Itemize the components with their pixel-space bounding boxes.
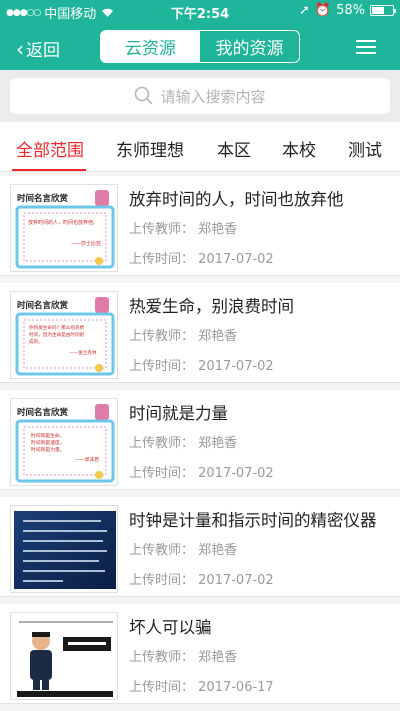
svg-text:时间就是速度，: 时间就是速度， (31, 439, 65, 446)
tab-dongshi-lixiang[interactable]: 东师理想 (116, 136, 184, 161)
svg-text:——富兰克林: ——富兰克林 (69, 349, 97, 356)
resource-thumbnail: 时间名言欣赏 你热爱生命吗？那么别浪费 时间，因为生命是由时间组 成的。 ——富… (10, 291, 118, 379)
location-icon: ➚ (299, 3, 310, 18)
tab-district[interactable]: 本区 (217, 136, 251, 161)
quote-card-image: 时间名言欣赏 你热爱生命吗？那么别浪费 时间，因为生命是由时间组 成的。 ——富… (11, 292, 117, 378)
tab-test[interactable]: 测试 (348, 136, 382, 161)
alarm-icon: ⏰ (314, 3, 332, 18)
quote-card-image: 时间名言欣赏 时间就是生命， 时间就是速度， 时间就是力量。 ——郭沫若 (11, 399, 117, 485)
list-item[interactable]: 坏人可以骗 上传教师： 郑艳香 上传时间： 2017-06-17 (0, 604, 400, 704)
list-item[interactable]: 时间名言欣赏 时间就是生命， 时间就是速度， 时间就是力量。 ——郭沫若 时间就… (0, 390, 400, 490)
resource-thumbnail: 时间名言欣赏 时间就是生命， 时间就是速度， 时间就是力量。 ——郭沫若 (10, 398, 118, 486)
svg-text:成的。: 成的。 (29, 338, 43, 345)
svg-text:——莎士比亚: ——莎士比亚 (71, 240, 101, 247)
svg-text:时间就是生命，: 时间就是生命， (31, 432, 65, 439)
svg-text:时间就是力量。: 时间就是力量。 (31, 446, 65, 453)
teacher-meta: 上传教师： 郑艳香 (129, 329, 238, 344)
teacher-meta: 上传教师： 郑艳香 (129, 222, 238, 237)
svg-text:——郭沫若: ——郭沫若 (75, 456, 99, 463)
tab-school[interactable]: 本校 (282, 136, 316, 161)
resource-title: 时钟是计量和指示时间的精密仪器 (129, 511, 377, 530)
resource-title: 热爱生命，别浪费时间 (129, 297, 294, 316)
date-meta: 上传时间： 2017-07-02 (129, 466, 274, 481)
svg-text:放弃时间的人，时间也放弃他。: 放弃时间的人，时间也放弃他。 (28, 219, 98, 226)
resource-title: 放弃时间的人，时间也放弃他 (129, 190, 344, 209)
teacher-meta: 上传教师： 郑艳香 (129, 543, 238, 558)
date-meta: 上传时间： 2017-07-02 (129, 359, 274, 374)
svg-text:时间名言欣赏: 时间名言欣赏 (17, 407, 69, 418)
thumb-heading: 时间名言欣赏 (17, 193, 69, 204)
resource-thumbnail (10, 612, 118, 700)
resource-thumbnail: 时间名言欣赏 放弃时间的人，时间也放弃他。 ——莎士比亚 (10, 184, 118, 272)
search-icon (135, 86, 154, 105)
quote-card-image: 时间名言欣赏 放弃时间的人，时间也放弃他。 ——莎士比亚 (11, 185, 117, 271)
segment-my-resources[interactable]: 我的资源 (200, 31, 299, 62)
tab-all-scope[interactable]: 全部范围 (16, 136, 84, 161)
date-meta: 上传时间： 2017-06-17 (129, 680, 274, 695)
svg-text:时间，因为生命是由时间组: 时间，因为生命是由时间组 (29, 331, 85, 338)
resource-segmented-control: 云资源 我的资源 (100, 30, 300, 63)
back-label: 返回 (26, 41, 60, 61)
list-item[interactable]: 时间名言欣赏 放弃时间的人，时间也放弃他。 ——莎士比亚 放弃时间的人，时间也放… (0, 176, 400, 276)
resource-title: 时间就是力量 (129, 404, 228, 423)
date-meta: 上传时间： 2017-07-02 (129, 573, 274, 588)
menu-icon[interactable] (356, 40, 376, 54)
battery-icon (370, 5, 396, 16)
scope-tabs: 全部范围 东师理想 本区 本校 测试 (0, 122, 400, 172)
svg-text:时间名言欣赏: 时间名言欣赏 (17, 300, 69, 311)
search-bar: 请输入搜索内容 (0, 70, 400, 122)
boy-slide-image (11, 613, 117, 699)
search-placeholder: 请输入搜索内容 (160, 87, 266, 106)
resource-thumbnail (10, 505, 118, 593)
date-meta: 上传时间： 2017-07-02 (129, 252, 274, 267)
active-tab-indicator (12, 169, 86, 171)
resource-title: 坏人可以骗 (129, 618, 212, 637)
battery-percent: 58% (336, 3, 365, 18)
teacher-meta: 上传教师： 郑艳香 (129, 436, 238, 451)
teacher-meta: 上传教师： 郑艳香 (129, 650, 238, 665)
list-item[interactable]: 时间名言欣赏 你热爱生命吗？那么别浪费 时间，因为生命是由时间组 成的。 ——富… (0, 283, 400, 383)
status-bar: ●●●○○ 中国移动 下午2:54 ➚ ⏰ 58% (0, 0, 400, 22)
clock-slide-image (14, 511, 116, 589)
list-item[interactable]: 时钟是计量和指示时间的精密仪器 上传教师： 郑艳香 上传时间： 2017-07-… (0, 497, 400, 597)
nav-bar: ‹ 返回 云资源 我的资源 (0, 22, 400, 70)
search-input[interactable]: 请输入搜索内容 (10, 78, 390, 114)
back-button[interactable]: ‹ 返回 (16, 36, 60, 62)
chevron-left-icon: ‹ (16, 36, 24, 61)
svg-text:你热爱生命吗？那么别浪费: 你热爱生命吗？那么别浪费 (29, 324, 85, 331)
segment-cloud-resources[interactable]: 云资源 (101, 31, 200, 62)
